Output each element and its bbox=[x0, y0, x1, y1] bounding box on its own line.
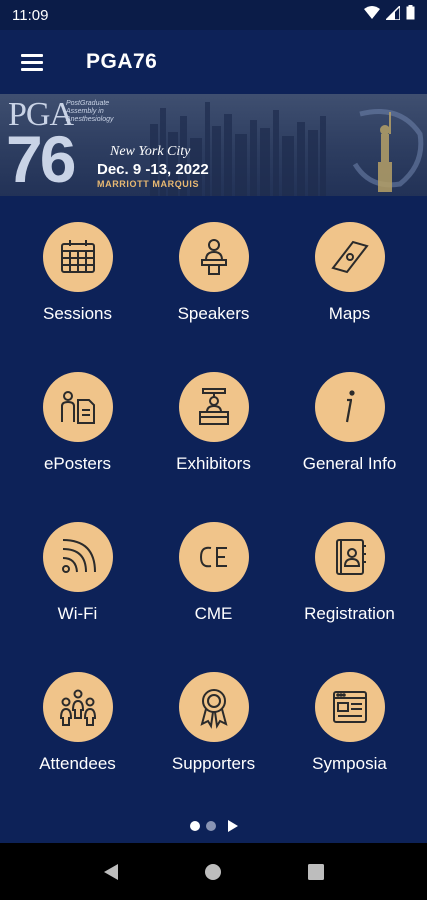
compass-icon bbox=[330, 240, 369, 274]
tile-supporters[interactable]: Supporters bbox=[146, 662, 282, 812]
tile-icon-circle bbox=[178, 672, 249, 742]
browser-window-icon bbox=[332, 691, 367, 723]
tile-icon-circle bbox=[178, 522, 249, 592]
tile-sessions[interactable]: Sessions bbox=[10, 212, 146, 362]
speaker-podium-icon bbox=[200, 239, 227, 275]
tile-label: CME bbox=[194, 604, 233, 623]
tile-icon-circle bbox=[314, 222, 385, 292]
address-book-icon bbox=[335, 539, 366, 575]
banner-edition-number: 76 bbox=[6, 122, 76, 196]
tile-label: Maps bbox=[328, 304, 371, 323]
banner-city: New York City bbox=[110, 144, 191, 159]
wifi-icon bbox=[61, 539, 96, 573]
exhibitor-booth-icon bbox=[198, 388, 229, 425]
status-time: 11:09 bbox=[12, 6, 49, 24]
tile-label: Supporters bbox=[171, 754, 256, 773]
home-icon[interactable] bbox=[193, 852, 233, 892]
back-icon[interactable] bbox=[91, 852, 131, 892]
tile-label: Wi-Fi bbox=[57, 604, 98, 623]
tile-label: Exhibitors bbox=[176, 454, 251, 473]
tile-icon-circle bbox=[42, 222, 113, 292]
tile-label: Sessions bbox=[43, 304, 112, 323]
tile-attendees[interactable]: Attendees bbox=[10, 662, 146, 812]
award-ribbon-icon bbox=[199, 689, 228, 729]
tile-label: Speakers bbox=[177, 304, 250, 323]
recents-icon[interactable] bbox=[296, 852, 336, 892]
page-dot-1[interactable] bbox=[189, 821, 200, 831]
banner-venue: MARRIOTT MARQUIS bbox=[97, 179, 200, 189]
tile-label: General Info bbox=[302, 454, 397, 473]
app-bar: PGA76 bbox=[0, 30, 427, 94]
wifi-icon bbox=[364, 5, 380, 25]
tile-icon-circle bbox=[178, 372, 249, 442]
calendar-icon bbox=[60, 240, 95, 273]
tile-wifi[interactable]: Wi-Fi bbox=[10, 512, 146, 662]
tile-icon-circle bbox=[314, 372, 385, 442]
tile-icon-circle bbox=[178, 222, 249, 292]
tile-icon-circle bbox=[42, 372, 113, 442]
tile-icon-circle bbox=[42, 522, 113, 592]
banner-dates: Dec. 9 -13, 2022 bbox=[97, 161, 209, 178]
tile-cme[interactable]: CME bbox=[146, 512, 282, 662]
info-icon bbox=[345, 390, 355, 423]
tile-eposters[interactable]: ePosters bbox=[10, 362, 146, 512]
tile-registration[interactable]: Registration bbox=[282, 512, 418, 662]
hamburger-menu-icon[interactable] bbox=[0, 30, 64, 94]
tile-general-info[interactable]: General Info bbox=[282, 362, 418, 512]
tile-symposia[interactable]: Symposia bbox=[282, 662, 418, 812]
tile-maps[interactable]: Maps bbox=[282, 212, 418, 362]
tile-label: Attendees bbox=[39, 754, 116, 773]
banner-logo-subtitle: PostGraduate Assembly in Anesthesiology bbox=[66, 100, 114, 123]
tile-icon-circle bbox=[42, 672, 113, 742]
tile-speakers[interactable]: Speakers bbox=[146, 212, 282, 362]
app-title: PGA76 bbox=[86, 50, 158, 73]
tile-icon-circle bbox=[314, 522, 385, 592]
tile-icon-circle bbox=[314, 672, 385, 742]
signal-icon bbox=[384, 3, 401, 25]
status-icons bbox=[364, 3, 415, 25]
tile-label: Symposia bbox=[312, 754, 387, 773]
tile-exhibitors[interactable]: Exhibitors bbox=[146, 362, 282, 512]
cme-icon bbox=[199, 546, 227, 568]
tile-label: Registration bbox=[304, 604, 395, 623]
eposter-icon bbox=[60, 391, 95, 424]
system-navigation-bar bbox=[0, 843, 427, 900]
tile-label: ePosters bbox=[43, 454, 112, 473]
page-dot-2[interactable] bbox=[205, 821, 216, 831]
next-page-arrow-icon[interactable] bbox=[227, 820, 238, 832]
page-indicator bbox=[0, 816, 427, 836]
battery-icon bbox=[406, 5, 415, 25]
event-banner[interactable]: PGA PostGraduate Assembly in Anesthesiol… bbox=[0, 94, 427, 196]
feature-grid: Sessions Speakers Maps ePosters Exhibito… bbox=[0, 212, 427, 812]
status-bar: 11:09 bbox=[0, 0, 427, 30]
attendees-group-icon bbox=[59, 689, 96, 726]
